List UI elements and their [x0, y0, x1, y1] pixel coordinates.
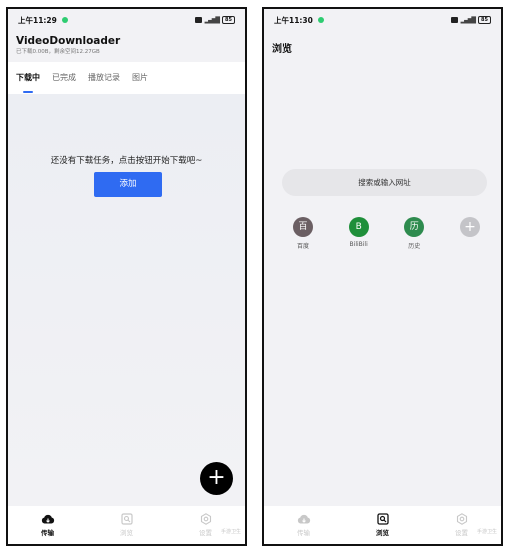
- notification-dot-icon: [317, 17, 324, 23]
- shortcut-label: 历史: [408, 243, 421, 250]
- tab-completed[interactable]: 已完成: [52, 62, 76, 94]
- battery-icon: 85: [222, 16, 235, 24]
- browse-area: 搜索或输入网址 百 百度 B BiliBili 历 历史 +: [264, 61, 501, 506]
- shortcut-label: BiliBili: [349, 241, 368, 248]
- nav-item-transfer[interactable]: 传输: [264, 506, 343, 544]
- bilibili-icon: B: [348, 217, 369, 237]
- app-header: VideoDownloader 已下载0.00B，剩余空间12.27GB: [8, 31, 245, 61]
- shortcut-history[interactable]: 历 历史: [399, 217, 429, 250]
- watermark: 手游卫生: [476, 529, 497, 535]
- shortcut-bilibili[interactable]: B BiliBili: [344, 217, 374, 250]
- storage-info: 已下载0.00B，剩余空间12.27GB: [16, 49, 100, 55]
- nav-label-transfer: 传输: [41, 529, 54, 537]
- shortcut-label: 百度: [296, 243, 309, 250]
- history-icon: 历: [404, 217, 425, 237]
- sim-card-icon: [450, 17, 458, 23]
- cloud-download-icon: [297, 513, 311, 525]
- bottom-nav: 传输 浏览 设置 手游卫生: [264, 506, 501, 544]
- status-icons: ▂▄▆█ 85: [194, 16, 235, 24]
- status-bar: 上午11:29 ▂▄▆█ 85: [8, 9, 245, 31]
- app-title: VideoDownloader: [16, 35, 121, 47]
- tab-play-history[interactable]: 播放记录: [88, 62, 120, 94]
- signal-icon: ▂▄▆█: [460, 16, 477, 24]
- tab-images[interactable]: 图片: [132, 62, 148, 94]
- status-bar: 上午11:30 ▂▄▆█ 85: [264, 9, 501, 31]
- notification-dot-icon: [61, 17, 68, 23]
- add-download-button[interactable]: 添加: [94, 172, 162, 197]
- empty-state-message: 还没有下载任务，点击按钮开始下载吧~: [50, 156, 203, 166]
- right-phone-screen: 上午11:30 ▂▄▆█ 85 浏览 搜索或输入网址 百 百度 B BiliBi…: [262, 7, 503, 546]
- nav-item-settings[interactable]: 设置: [166, 506, 245, 544]
- search-input[interactable]: 搜索或输入网址: [282, 169, 487, 196]
- status-time: 上午11:29: [18, 15, 57, 25]
- nav-item-settings[interactable]: 设置: [422, 506, 501, 544]
- browse-icon: [120, 513, 134, 525]
- gear-icon: [455, 513, 469, 525]
- status-time: 上午11:30: [274, 15, 313, 25]
- nav-label-transfer: 传输: [297, 529, 310, 537]
- add-fab-button[interactable]: +: [200, 462, 233, 495]
- browse-icon: [376, 513, 390, 525]
- gear-icon: [199, 513, 213, 525]
- nav-item-transfer[interactable]: 传输: [8, 506, 87, 544]
- sim-card-icon: [194, 17, 202, 23]
- status-icons: ▂▄▆█ 85: [450, 16, 491, 24]
- nav-item-browse[interactable]: 浏览: [87, 506, 166, 544]
- left-phone-screen: 上午11:29 ▂▄▆█ 85 VideoDownloader 已下载0.00B…: [6, 7, 247, 546]
- download-tabs: 下载中 已完成 播放记录 图片: [8, 62, 245, 94]
- plus-icon: +: [459, 217, 480, 237]
- nav-label-settings: 设置: [455, 529, 468, 537]
- cloud-download-icon: [41, 513, 55, 525]
- page-title: 浏览: [272, 44, 292, 55]
- bottom-nav: 传输 浏览 设置 手游卫生: [8, 506, 245, 544]
- battery-icon: 85: [478, 16, 491, 24]
- download-list-area: 还没有下载任务，点击按钮开始下载吧~ 添加 +: [8, 94, 245, 506]
- nav-label-settings: 设置: [199, 529, 212, 537]
- nav-item-browse[interactable]: 浏览: [343, 506, 422, 544]
- signal-icon: ▂▄▆█: [204, 16, 221, 24]
- tab-downloading[interactable]: 下载中: [16, 62, 40, 94]
- shortcut-baidu[interactable]: 百 百度: [288, 217, 318, 250]
- shortcut-add[interactable]: +: [455, 217, 485, 250]
- watermark: 手游卫生: [220, 529, 241, 535]
- nav-label-browse: 浏览: [376, 529, 389, 537]
- shortcut-list: 百 百度 B BiliBili 历 历史 +: [288, 217, 485, 250]
- baidu-icon: 百: [293, 217, 313, 237]
- nav-label-browse: 浏览: [120, 529, 133, 537]
